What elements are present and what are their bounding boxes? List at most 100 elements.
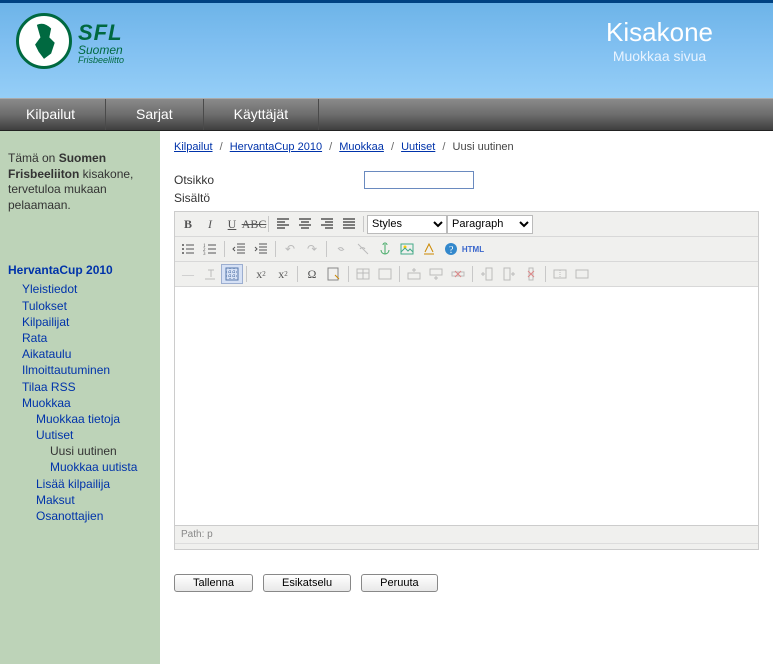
delete-col-button[interactable] [520,264,542,284]
help-button[interactable]: ? [440,239,462,259]
sidebar-item-lisaa-kilpailija[interactable]: Lisää kilpailija [36,476,152,492]
bullet-list-button[interactable] [177,239,199,259]
svg-text:3: 3 [203,252,206,256]
toolbar-row-2: 123 ↶ ↷ ? HTML [175,237,758,262]
sidebar-item-ilmoittautuminen[interactable]: Ilmoittautuminen [22,362,152,378]
sidebar-item-osanottajien[interactable]: Osanottajien [36,508,152,524]
split-cell-button[interactable] [549,264,571,284]
toolbar-row-1: B I U ABC Styles Paragraph [175,212,758,237]
redo-button[interactable]: ↷ [301,239,323,259]
cancel-button[interactable]: Peruuta [361,574,438,592]
header-title: Kisakone Muokkaa sivua [606,17,713,64]
sidebar-item-uusi-uutinen[interactable]: Uusi uutinen [50,443,152,459]
separator-icon [268,216,269,232]
breadcrumb: Kilpailut / HervantaCup 2010 / Muokkaa /… [174,141,759,153]
link-button[interactable] [330,239,352,259]
delete-row-button[interactable] [447,264,469,284]
anchor-button[interactable] [374,239,396,259]
separator-icon [348,266,349,282]
save-button[interactable]: Tallenna [174,574,253,592]
subscript-button[interactable]: x2 [250,264,272,284]
edit-css-button[interactable] [323,264,345,284]
breadcrumb-uutiset[interactable]: Uutiset [401,141,435,153]
separator-icon [363,216,364,232]
otsikko-label: Otsikko [174,173,364,187]
italic-button[interactable]: I [199,214,221,234]
editor-path: Path: p [175,525,758,543]
form-buttons: Tallenna Esikatselu Peruuta [174,574,759,592]
row-before-button[interactable] [403,264,425,284]
sidebar-item-muokkaa-uutista[interactable]: Muokkaa uutista [50,459,152,475]
indent-button[interactable] [250,239,272,259]
superscript-button[interactable]: x2 [272,264,294,284]
breadcrumb-current: Uusi uutinen [453,141,514,153]
breadcrumb-muokkaa[interactable]: Muokkaa [339,141,384,153]
rich-text-editor: B I U ABC Styles Paragraph 123 [174,211,759,550]
sidebar-item-tulokset[interactable]: Tulokset [22,298,152,314]
editor-content-area[interactable] [175,287,758,525]
nav-kayttajat[interactable]: Käyttäjät [204,99,319,130]
breadcrumb-hervantacup[interactable]: HervantaCup 2010 [230,141,322,153]
topnav: Kilpailut Sarjat Käyttäjät [0,98,773,131]
html-button[interactable]: HTML [462,239,484,259]
cleanup-button[interactable] [418,239,440,259]
sidebar-item-rata[interactable]: Rata [22,330,152,346]
sidebar-competition-title[interactable]: HervantaCup 2010 [8,263,152,277]
page-app-title: Kisakone [606,17,713,48]
logo-text: SFL Suomen Frisbeeliitto [78,22,124,65]
otsikko-input[interactable] [364,171,474,189]
sidebar-intro: Tämä on Suomen Frisbeeliiton kisakone, t… [8,151,152,213]
separator-icon [472,266,473,282]
strikethrough-button[interactable]: ABC [243,214,265,234]
sidebar-item-tilaa-rss[interactable]: Tilaa RSS [22,379,152,395]
separator-icon [224,241,225,257]
sidebar-item-muokkaa[interactable]: Muokkaa [22,395,152,411]
remove-format-button[interactable] [199,264,221,284]
logo-icon [16,13,72,69]
separator-icon [246,266,247,282]
preview-button[interactable]: Esikatselu [263,574,351,592]
styles-select[interactable]: Styles [367,215,447,234]
logo-frisbee: Frisbeeliitto [78,56,124,65]
nav-sarjat[interactable]: Sarjat [106,99,204,130]
underline-button[interactable]: U [221,214,243,234]
separator-icon [275,241,276,257]
outdent-button[interactable] [228,239,250,259]
merge-cell-button[interactable] [571,264,593,284]
table-props-button[interactable] [374,264,396,284]
bold-button[interactable]: B [177,214,199,234]
sidebar-item-uutiset[interactable]: Uutiset [36,427,152,443]
sidebar-item-yleistiedot[interactable]: Yleistiedot [22,281,152,297]
breadcrumb-kilpailut[interactable]: Kilpailut [174,141,213,153]
editor-resize-handle[interactable] [175,543,758,549]
sidebar-item-kilpailijat[interactable]: Kilpailijat [22,314,152,330]
svg-text:?: ? [449,245,454,256]
col-after-button[interactable] [498,264,520,284]
paragraph-select[interactable]: Paragraph [447,215,533,234]
separator-icon [399,266,400,282]
sidebar-item-muokkaa-tietoja[interactable]: Muokkaa tietoja [36,411,152,427]
sidebar-item-aikataulu[interactable]: Aikataulu [22,346,152,362]
unlink-button[interactable] [352,239,374,259]
image-button[interactable] [396,239,418,259]
toggle-guidelines-button[interactable] [221,264,243,284]
align-justify-button[interactable] [338,214,360,234]
table-button[interactable] [352,264,374,284]
col-before-button[interactable] [476,264,498,284]
sidebar-item-maksut[interactable]: Maksut [36,492,152,508]
main: Kilpailut / HervantaCup 2010 / Muokkaa /… [160,131,773,664]
logo-suomen: Suomen [78,44,124,56]
align-center-button[interactable] [294,214,316,234]
row-after-button[interactable] [425,264,447,284]
number-list-button[interactable]: 123 [199,239,221,259]
undo-button[interactable]: ↶ [279,239,301,259]
align-right-button[interactable] [316,214,338,234]
special-char-button[interactable]: Ω [301,264,323,284]
logo-sfl: SFL [78,22,124,44]
logo[interactable]: SFL Suomen Frisbeeliitto [16,13,124,69]
align-left-button[interactable] [272,214,294,234]
header: SFL Suomen Frisbeeliitto Kisakone Muokka… [0,0,773,98]
nav-kilpailut[interactable]: Kilpailut [0,99,106,130]
hr-button[interactable]: — [177,264,199,284]
page-app-subtitle: Muokkaa sivua [606,48,713,64]
